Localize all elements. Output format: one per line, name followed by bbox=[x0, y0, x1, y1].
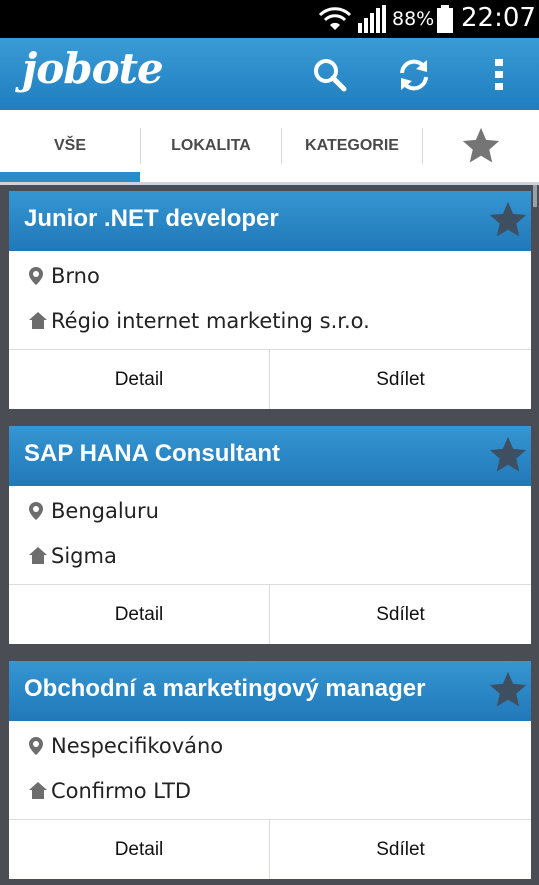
location-pin-icon bbox=[29, 267, 43, 285]
job-company: Régio internet marketing s.r.o. bbox=[51, 309, 370, 333]
job-location: Brno bbox=[51, 264, 100, 288]
tab-kategorie[interactable]: KATEGORIE bbox=[282, 110, 422, 182]
tab-lokalita[interactable]: LOKALITA bbox=[141, 110, 281, 182]
star-icon bbox=[462, 127, 500, 163]
job-location-row: Nespecifikováno bbox=[9, 721, 531, 766]
job-location: Nespecifikováno bbox=[51, 734, 224, 758]
battery-icon bbox=[437, 5, 453, 33]
tab-shadow bbox=[0, 182, 539, 185]
active-tab-indicator bbox=[0, 172, 140, 182]
share-button[interactable]: Sdílet bbox=[270, 350, 531, 409]
battery-percent: 88% bbox=[392, 8, 435, 30]
company-house-icon bbox=[29, 547, 47, 564]
search-icon bbox=[314, 59, 347, 92]
job-card-actions: Detail Sdílet bbox=[9, 819, 531, 879]
job-company: Confirmo LTD bbox=[51, 779, 192, 803]
job-company-row: Confirmo LTD bbox=[9, 766, 531, 811]
share-button[interactable]: Sdílet bbox=[270, 585, 531, 644]
overflow-menu-icon bbox=[495, 59, 503, 90]
job-card-header: Junior .NET developer bbox=[9, 191, 531, 251]
detail-button[interactable]: Detail bbox=[9, 820, 269, 879]
job-card-actions: Detail Sdílet bbox=[9, 349, 531, 409]
job-card-actions: Detail Sdílet bbox=[9, 584, 531, 644]
job-card-header: SAP HANA Consultant bbox=[9, 426, 531, 486]
job-card: Obchodní a marketingový manager Nespecif… bbox=[9, 661, 531, 879]
favorite-star-icon[interactable] bbox=[488, 436, 528, 474]
detail-button[interactable]: Detail bbox=[9, 350, 269, 409]
tab-favorites[interactable] bbox=[423, 110, 539, 182]
refresh-button[interactable] bbox=[391, 52, 437, 98]
signal-icon bbox=[358, 5, 386, 33]
wifi-icon bbox=[318, 7, 352, 30]
company-house-icon bbox=[29, 312, 47, 329]
job-location-row: Brno bbox=[9, 251, 531, 296]
job-company: Sigma bbox=[51, 544, 117, 568]
clock: 22:07 bbox=[461, 3, 536, 33]
status-bar: 88% 22:07 bbox=[0, 0, 539, 38]
job-card: SAP HANA Consultant Bengaluru Sigma Deta… bbox=[9, 426, 531, 644]
search-button[interactable] bbox=[307, 52, 353, 98]
job-company-row: Sigma bbox=[9, 531, 531, 576]
job-title[interactable]: SAP HANA Consultant bbox=[24, 440, 280, 468]
job-location-row: Bengaluru bbox=[9, 486, 531, 531]
job-title[interactable]: Junior .NET developer bbox=[24, 205, 279, 233]
favorite-star-icon[interactable] bbox=[488, 201, 528, 239]
job-company-row: Régio internet marketing s.r.o. bbox=[9, 296, 531, 341]
company-house-icon bbox=[29, 782, 47, 799]
job-card-header: Obchodní a marketingový manager bbox=[9, 661, 531, 721]
share-button[interactable]: Sdílet bbox=[270, 820, 531, 879]
scrollbar-thumb[interactable] bbox=[533, 185, 537, 207]
overflow-menu-button[interactable] bbox=[476, 52, 522, 98]
detail-button[interactable]: Detail bbox=[9, 585, 269, 644]
favorite-star-icon[interactable] bbox=[488, 671, 528, 709]
refresh-icon bbox=[400, 59, 428, 91]
location-pin-icon bbox=[29, 502, 43, 520]
app-logo: jobote bbox=[22, 44, 164, 93]
app-bar: jobote bbox=[0, 38, 539, 110]
job-title[interactable]: Obchodní a marketingový manager bbox=[24, 675, 425, 703]
job-location: Bengaluru bbox=[51, 499, 159, 523]
location-pin-icon bbox=[29, 737, 43, 755]
job-card: Junior .NET developer Brno Régio interne… bbox=[9, 191, 531, 409]
